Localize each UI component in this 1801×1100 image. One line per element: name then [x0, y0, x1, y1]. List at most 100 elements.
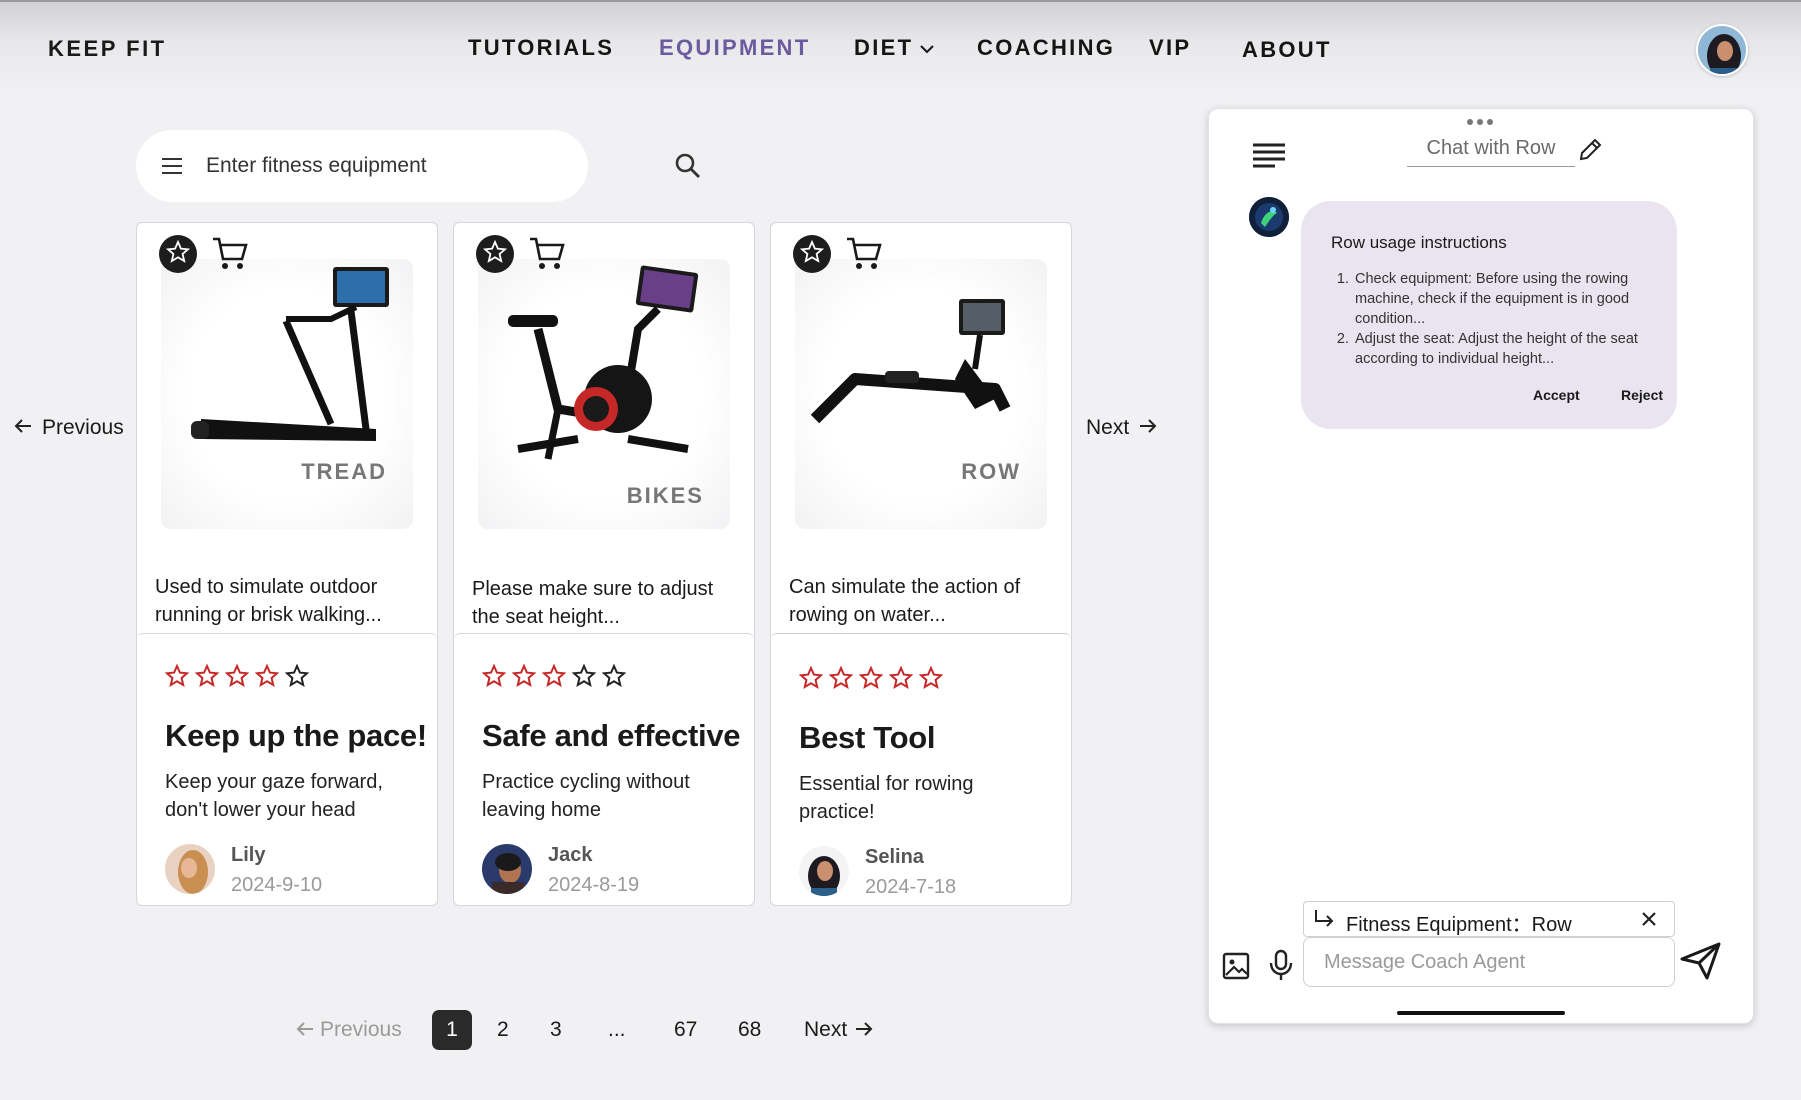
- rated-star-icon: [164, 663, 190, 693]
- chevron-down-icon: [919, 35, 935, 61]
- nav-vip-label: VIP: [1149, 35, 1192, 60]
- drag-handle[interactable]: [1467, 119, 1493, 125]
- carousel-next-button[interactable]: Next: [1086, 416, 1157, 440]
- post-date: 2024-7-18: [865, 876, 957, 898]
- carousel-previous-label: Previous: [42, 416, 124, 439]
- accept-button[interactable]: Accept: [1533, 387, 1580, 403]
- rating-stars: [164, 663, 310, 693]
- nav-tutorials[interactable]: TUTORIALS: [468, 35, 614, 61]
- home-indicator: [1397, 1011, 1565, 1015]
- page-ellipsis: ...: [608, 1018, 626, 1041]
- add-to-cart-button[interactable]: [211, 235, 249, 276]
- pagination-next-label: Next: [804, 1018, 848, 1041]
- nav-about-label: ABOUT: [1242, 37, 1332, 62]
- bikes-label: BIKES: [626, 483, 704, 508]
- rated-star-icon: [511, 663, 537, 693]
- nav-coaching-label: COACHING: [977, 35, 1116, 60]
- empty-star-icon: [601, 663, 627, 693]
- post-date: 2024-8-19: [548, 874, 640, 896]
- tread-label: TREAD: [301, 459, 387, 484]
- pagination-next-button[interactable]: Next: [804, 1010, 873, 1050]
- empty-star-icon: [284, 663, 310, 693]
- nav-vip[interactable]: VIP: [1149, 35, 1191, 61]
- post-date: 2024-9-10: [231, 874, 323, 896]
- page-67-button[interactable]: 67: [674, 1010, 697, 1050]
- image-upload-icon[interactable]: [1221, 951, 1251, 986]
- close-icon[interactable]: [1640, 910, 1658, 933]
- rating-stars: [481, 663, 627, 693]
- chat-menu-icon[interactable]: [1251, 141, 1287, 174]
- author-name: Jack: [548, 844, 593, 866]
- carousel-previous-button[interactable]: Previous: [14, 416, 124, 440]
- author-name: Selina: [865, 846, 924, 868]
- page-2-button[interactable]: 2: [497, 1010, 509, 1050]
- edit-icon[interactable]: [1577, 137, 1603, 168]
- instruction-item: Check equipment: Before using the rowing…: [1353, 269, 1653, 329]
- hamburger-menu-icon[interactable]: [160, 154, 184, 183]
- rower-image: ROW: [795, 259, 1047, 529]
- nav-about[interactable]: ABOUT: [1242, 37, 1332, 63]
- nav-coaching[interactable]: COACHING: [977, 35, 1115, 61]
- carousel-next-label: Next: [1086, 416, 1130, 439]
- nav-equipment[interactable]: EQUIPMENT: [659, 35, 811, 61]
- arrow-right-icon: [1139, 416, 1157, 440]
- nav-diet-label: DIET: [854, 35, 914, 60]
- nav-equipment-label: EQUIPMENT: [659, 35, 811, 60]
- rated-star-icon: [918, 665, 944, 695]
- send-icon[interactable]: [1679, 941, 1723, 986]
- page-1-button[interactable]: 1: [432, 1010, 472, 1050]
- treadmill-image: TREAD: [161, 259, 413, 529]
- equipment-card-bikes[interactable]: BIKES Please make sure to adjust the sea…: [453, 222, 755, 906]
- card-title: Best Tool: [799, 720, 936, 755]
- reject-button[interactable]: Reject: [1621, 387, 1663, 403]
- nav-diet[interactable]: DIET: [854, 35, 935, 61]
- add-to-cart-button[interactable]: [528, 235, 566, 276]
- microphone-icon[interactable]: [1267, 949, 1295, 986]
- assistant-message-bubble: Row usage instructions Check equipment: …: [1301, 201, 1677, 429]
- rated-star-icon: [888, 665, 914, 695]
- author-avatar: [165, 844, 215, 894]
- author-name: Lily: [231, 844, 266, 866]
- rated-star-icon: [858, 665, 884, 695]
- star-icon: [799, 239, 825, 269]
- star-icon: [482, 239, 508, 269]
- equipment-card-tread[interactable]: TREAD Used to simulate outdoor running o…: [136, 222, 438, 906]
- favorite-button[interactable]: [476, 235, 514, 273]
- agent-avatar: [1249, 197, 1289, 237]
- pagination-previous-button[interactable]: Previous: [296, 1010, 402, 1050]
- favorite-button[interactable]: [793, 235, 831, 273]
- rated-star-icon: [224, 663, 250, 693]
- instruction-list: Check equipment: Before using the rowing…: [1353, 269, 1653, 369]
- brand-logo[interactable]: KEEP FIT: [48, 36, 167, 62]
- card-title: Keep up the pace!: [165, 718, 427, 753]
- equipment-card-row[interactable]: ROW Can simulate the action of rowing on…: [770, 222, 1072, 906]
- coach-chat-panel: Chat with Row Row usage instructions Che…: [1208, 108, 1754, 1024]
- rated-star-icon: [194, 663, 220, 693]
- search-icon[interactable]: [674, 152, 702, 185]
- author-avatar: [482, 844, 532, 894]
- card-description: Used to simulate outdoor running or bris…: [155, 576, 382, 626]
- page-3-button[interactable]: 3: [550, 1010, 562, 1050]
- instruction-item: Adjust the seat: Adjust the height of th…: [1353, 329, 1653, 369]
- context-chip: Fitness Equipment：Row: [1303, 901, 1675, 937]
- card-subtitle: Keep your gaze forward, don't lower your…: [165, 771, 383, 821]
- pagination-previous-label: Previous: [320, 1018, 402, 1041]
- cart-icon: [528, 237, 566, 275]
- cart-icon: [211, 237, 249, 275]
- chat-title[interactable]: Chat with Row: [1407, 137, 1575, 167]
- equipment-search-input[interactable]: [206, 148, 526, 184]
- equipment-search-bar: [136, 130, 700, 202]
- row-label: ROW: [961, 459, 1021, 484]
- rated-star-icon: [481, 663, 507, 693]
- card-title: Safe and effective: [482, 718, 741, 753]
- user-avatar[interactable]: [1696, 24, 1748, 76]
- add-to-cart-button[interactable]: [845, 235, 883, 276]
- top-navigation-bar: KEEP FIT TUTORIALS EQUIPMENT DIET COACHI…: [0, 0, 1801, 92]
- rated-star-icon: [798, 665, 824, 695]
- favorite-button[interactable]: [159, 235, 197, 273]
- message-input[interactable]: [1303, 937, 1675, 987]
- card-subtitle: Practice cycling without leaving home: [482, 771, 690, 821]
- empty-star-icon: [571, 663, 597, 693]
- page-68-button[interactable]: 68: [738, 1010, 761, 1050]
- card-description: Please make sure to adjust the seat heig…: [472, 578, 714, 628]
